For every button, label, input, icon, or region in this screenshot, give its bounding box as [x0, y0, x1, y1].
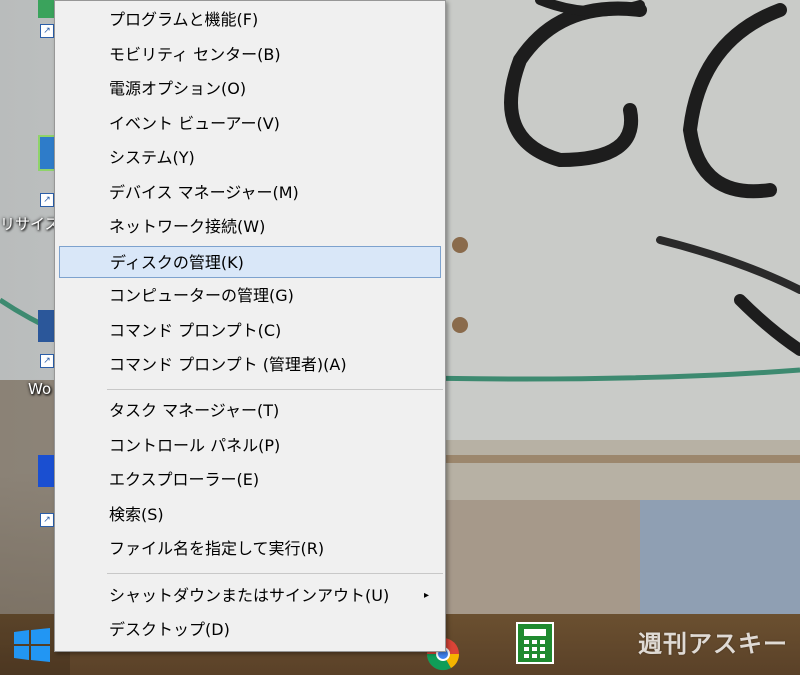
menu-item-computer-management[interactable]: コンピューターの管理(G) [59, 280, 441, 312]
menu-item-explorer[interactable]: エクスプローラー(E) [59, 464, 441, 496]
menu-item-network-connections[interactable]: ネットワーク接続(W) [59, 211, 441, 243]
shortcut-arrow-icon: ↗ [40, 193, 54, 207]
watermark-text: 週刊アスキー [638, 630, 788, 658]
menu-item-power-options[interactable]: 電源オプション(O) [59, 73, 441, 105]
menu-item-task-manager[interactable]: タスク マネージャー(T) [59, 395, 441, 427]
desktop-icon-recycle[interactable]: ↗ リサイス [0, 135, 62, 235]
menu-item-command-prompt-admin[interactable]: コマンド プロンプト (管理者)(A) [59, 349, 441, 381]
submenu-arrow-icon: ▸ [423, 590, 429, 601]
menu-item-mobility-center[interactable]: モビリティ センター(B) [59, 39, 441, 71]
menu-item-programs-features[interactable]: プログラムと機能(F) [59, 4, 441, 36]
desktop-icon-1[interactable]: ↗ [0, 0, 60, 50]
shortcut-arrow-icon: ↗ [40, 24, 54, 38]
menu-item-control-panel[interactable]: コントロール パネル(P) [59, 430, 441, 462]
menu-item-device-manager[interactable]: デバイス マネージャー(M) [59, 177, 441, 209]
taskbar-app-calculator[interactable] [506, 614, 568, 675]
menu-item-event-viewer[interactable]: イベント ビューアー(V) [59, 108, 441, 140]
menu-separator [107, 389, 443, 390]
menu-item-command-prompt[interactable]: コマンド プロンプト(C) [59, 315, 441, 347]
desktop-icon-4[interactable]: ↗ [0, 455, 60, 535]
calculator-icon [516, 622, 554, 664]
menu-item-label: シャットダウンまたはサインアウト(U) [109, 586, 390, 605]
desktop-icon-word[interactable]: ↗ Wo [0, 310, 60, 410]
desktop-icon-label: Wo [28, 380, 52, 398]
menu-item-disk-management[interactable]: ディスクの管理(K) [59, 246, 441, 278]
menu-item-run[interactable]: ファイル名を指定して実行(R) [59, 533, 441, 565]
menu-item-search[interactable]: 検索(S) [59, 499, 441, 531]
menu-item-system[interactable]: システム(Y) [59, 142, 441, 174]
windows-logo-icon [14, 628, 50, 662]
shortcut-arrow-icon: ↗ [40, 354, 54, 368]
menu-separator [107, 573, 443, 574]
desktop-icon-label: リサイス [0, 215, 60, 233]
menu-item-shutdown-signout[interactable]: シャットダウンまたはサインアウト(U) ▸ [59, 580, 441, 612]
shortcut-arrow-icon: ↗ [40, 513, 54, 527]
power-user-context-menu: プログラムと機能(F) モビリティ センター(B) 電源オプション(O) イベン… [54, 0, 446, 652]
menu-item-desktop[interactable]: デスクトップ(D) [59, 614, 441, 646]
